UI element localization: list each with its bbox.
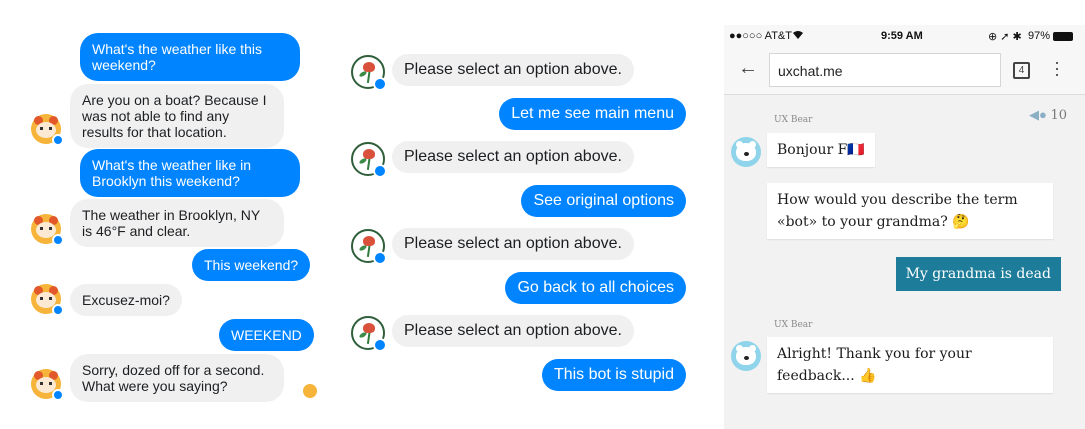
battery-icon: [1053, 32, 1073, 41]
bot-avatar: [31, 284, 64, 316]
url-field[interactable]: uxchat.me: [769, 53, 1001, 87]
carrier-label: ●●○○○ AT&T: [729, 30, 792, 42]
bot-avatar: [31, 114, 64, 146]
bot-avatar: [351, 316, 387, 352]
back-arrow-icon[interactable]: ←: [738, 57, 758, 80]
bot-message: Excusez-moi?: [70, 284, 182, 316]
wifi-icon: [792, 30, 804, 43]
user-message: WEEKEND: [219, 319, 314, 351]
user-message: What's the weather like in Brooklyn this…: [80, 149, 300, 197]
bot-message: Please select an option above.: [392, 141, 634, 173]
bot-message: Alright! Thank you for your feedback... …: [767, 337, 1053, 393]
sender-label: UX Bear: [774, 115, 813, 125]
bot-message: Bonjour F🇫🇷: [767, 133, 875, 167]
bot-message: Please select an option above.: [392, 228, 634, 260]
user-message: What's the weather like this weekend?: [80, 33, 300, 81]
fish-icon: ◀●: [1029, 107, 1047, 122]
bot-message: How would you describe the term «bot» to…: [767, 183, 1053, 239]
user-message: Go back to all choices: [505, 272, 686, 304]
tab-switcher-button[interactable]: 4: [1013, 62, 1030, 79]
sender-label: UX Bear: [774, 320, 813, 330]
bot-message: Please select an option above.: [392, 54, 634, 86]
bot-avatar: [31, 214, 64, 246]
bot-avatar: [731, 341, 761, 371]
bot-avatar: [731, 137, 761, 167]
bot-message: Sorry, dozed off for a second. What were…: [70, 354, 284, 402]
overflow-menu-icon[interactable]: · · ·: [1054, 53, 1060, 83]
bot-avatar: [31, 369, 64, 401]
user-message: My grandma is dead: [895, 257, 1061, 291]
weather-bot-chat: What's the weather like this weekend? Ar…: [0, 0, 320, 429]
score-badge: ◀● 10: [1029, 107, 1068, 123]
messenger-badge-icon: [52, 304, 64, 316]
bot-avatar: [351, 55, 387, 91]
messenger-badge-icon: [373, 164, 387, 178]
messenger-badge-icon: [52, 234, 64, 246]
user-message: See original options: [521, 185, 686, 217]
messenger-badge-icon: [373, 338, 387, 352]
messenger-badge-icon: [52, 134, 64, 146]
location-icon: ⊕ ➚ ✱: [988, 31, 1022, 43]
user-message: This bot is stupid: [541, 359, 686, 391]
bot-message: The weather in Brooklyn, NY is 46°F and …: [70, 199, 284, 247]
bot-message: Are you on a boat? Because I was not abl…: [70, 84, 284, 148]
browser-toolbar: ← uxchat.me 4 · · ·: [724, 47, 1085, 95]
ios-status-bar: ●●○○○ AT&T 9:59 AM ⊕ ➚ ✱ 97%: [724, 25, 1085, 47]
messenger-badge-icon: [52, 389, 64, 401]
clock-label: 9:59 AM: [881, 30, 923, 42]
user-message: This weekend?: [192, 249, 311, 281]
battery-percent: 97%: [1028, 30, 1051, 42]
bot-avatar: [351, 229, 387, 265]
menu-bot-chat: Please select an option above. Let me se…: [340, 0, 700, 429]
bot-avatar: [351, 142, 387, 178]
uxchat-mobile-screen: ●●○○○ AT&T 9:59 AM ⊕ ➚ ✱ 97% ← uxchat.me…: [724, 25, 1085, 429]
bot-message: Please select an option above.: [392, 315, 634, 347]
seen-avatar: [303, 384, 317, 398]
messenger-badge-icon: [373, 77, 387, 91]
user-message: Let me see main menu: [499, 98, 686, 130]
messenger-badge-icon: [373, 251, 387, 265]
